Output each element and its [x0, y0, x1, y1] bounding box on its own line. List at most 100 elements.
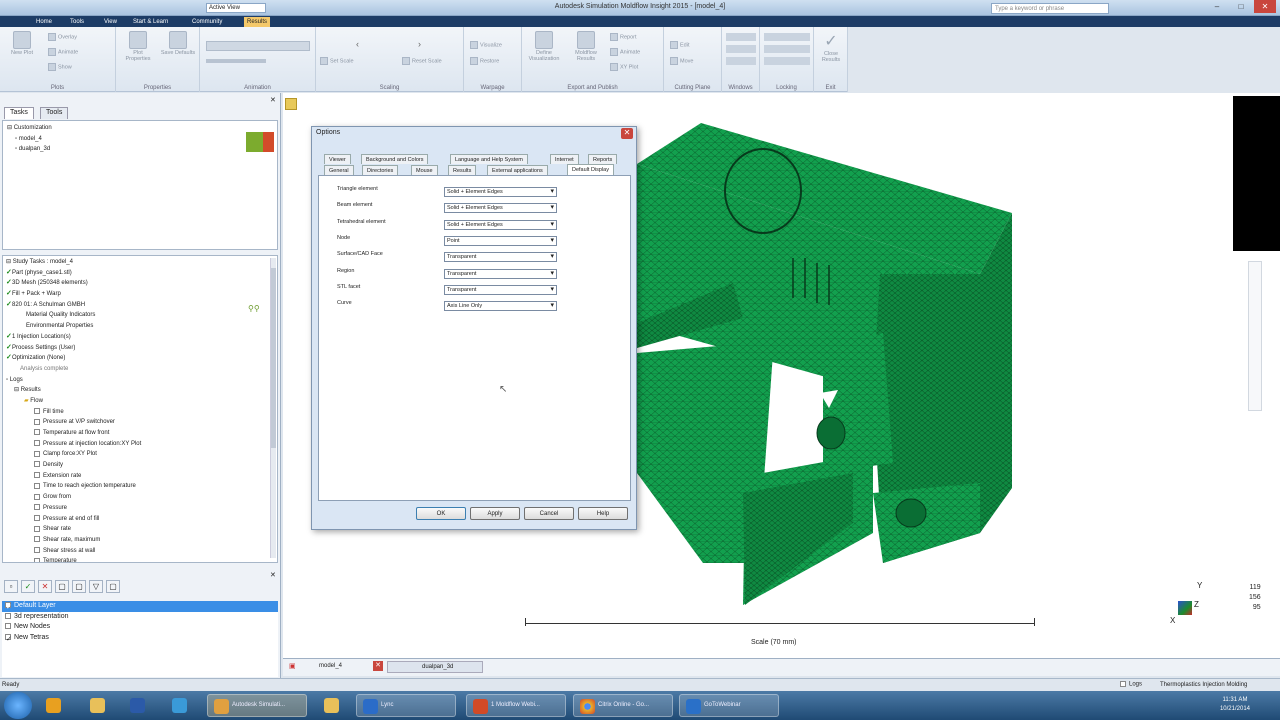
tree-item-dualpan[interactable]: ▫ dualpan_3d: [7, 144, 273, 155]
result-checkbox[interactable]: [34, 450, 40, 457]
close-results-button[interactable]: ✓ Close Results: [816, 31, 846, 63]
task-injection-locations[interactable]: ✓1 Injection Location(s): [6, 332, 274, 343]
tab-mouse[interactable]: Mouse: [411, 165, 438, 175]
option-select[interactable]: Transparent: [444, 252, 557, 263]
tab-results[interactable]: Results: [244, 17, 271, 27]
close-button[interactable]: ✕: [1254, 0, 1276, 13]
taskbar-lync[interactable]: Lync: [356, 694, 456, 717]
export-animate-button[interactable]: Animate: [610, 48, 640, 56]
edit-plane-button[interactable]: Edit: [670, 41, 689, 49]
option-select[interactable]: Solid + Element Edges: [444, 187, 557, 197]
result-checkbox[interactable]: [34, 429, 40, 436]
result-checkbox[interactable]: [34, 440, 40, 447]
tab-internet[interactable]: Internet: [550, 154, 579, 164]
taskbar-files[interactable]: [318, 694, 352, 717]
result-checkbox[interactable]: [34, 557, 40, 562]
tab-home[interactable]: Home: [33, 17, 55, 27]
layer-new-nodes[interactable]: New Nodes: [2, 622, 278, 633]
layer-props-icon[interactable]: ▢: [55, 580, 69, 593]
show-button[interactable]: Show: [48, 63, 72, 71]
scale-right-arrow-icon[interactable]: ›: [418, 39, 421, 49]
animation-controls[interactable]: [206, 41, 310, 51]
axis-triad[interactable]: Z Y X: [1170, 581, 1213, 629]
taskbar-ie[interactable]: [166, 694, 200, 717]
result-checkbox[interactable]: [34, 546, 40, 553]
tree-scrollbar[interactable]: [270, 258, 276, 558]
tab-general[interactable]: General: [324, 165, 354, 175]
task-analysis-sequence[interactable]: ✓Fill + Pack + Warp: [6, 289, 274, 300]
result-item[interactable]: Temperature: [6, 556, 274, 562]
doc-tab-model-4[interactable]: model_4: [319, 663, 342, 669]
maximize-button[interactable]: □: [1230, 0, 1252, 13]
task-material-quality[interactable]: Material Quality Indicators: [6, 310, 274, 321]
result-checkbox[interactable]: [34, 536, 40, 543]
save-defaults-button[interactable]: Save Defaults: [160, 31, 196, 56]
delete-layer-icon[interactable]: ✕: [38, 580, 52, 593]
result-checkbox[interactable]: [34, 514, 40, 521]
clean-layers-icon[interactable]: ▢: [106, 580, 120, 593]
result-item[interactable]: Fill time: [6, 407, 274, 418]
result-item[interactable]: Shear stress at wall: [6, 546, 274, 557]
taskbar-word[interactable]: [124, 694, 158, 717]
option-select[interactable]: Point: [444, 235, 557, 246]
task-part[interactable]: ✓Part (physe_case1.stl): [6, 268, 274, 279]
tab-external-applications[interactable]: External applications: [487, 165, 548, 175]
taskbar-outlook[interactable]: [40, 694, 74, 717]
tab-tasks[interactable]: Tasks: [4, 107, 34, 119]
locking-icons[interactable]: [764, 33, 810, 69]
result-item[interactable]: Shear rate: [6, 524, 274, 535]
expand-layer-icon[interactable]: ▢: [72, 580, 86, 593]
tab-results-options[interactable]: Results: [448, 165, 477, 175]
layer-3d-representation[interactable]: 3d representation: [2, 612, 278, 623]
result-checkbox[interactable]: [34, 493, 40, 500]
task-flow[interactable]: ▰ Flow: [6, 396, 274, 407]
clock[interactable]: 11:31 AM 10/21/2014: [1220, 696, 1250, 714]
result-checkbox[interactable]: [34, 472, 40, 479]
overlay-button[interactable]: Overlay: [48, 33, 77, 41]
option-select[interactable]: Axis Line Only: [444, 301, 557, 312]
report-button[interactable]: Report: [610, 33, 637, 41]
result-item[interactable]: Clamp force:XY Plot: [6, 449, 274, 460]
taskbar-explorer[interactable]: [84, 694, 118, 717]
moldflow-results-button[interactable]: Moldflow Results: [566, 31, 606, 62]
task-environment[interactable]: Environmental Properties: [6, 321, 274, 332]
tree-item-model-4[interactable]: ▫ model_4: [7, 134, 273, 145]
animate-button[interactable]: Animate: [48, 48, 78, 56]
define-visualization-button[interactable]: Define Visualization: [524, 31, 564, 62]
new-plot-button[interactable]: New Plot: [6, 31, 38, 56]
result-item[interactable]: Pressure at end of fill: [6, 514, 274, 525]
tab-reports[interactable]: Reports: [588, 154, 618, 164]
result-item[interactable]: Pressure at V/P switchover: [6, 417, 274, 428]
result-item[interactable]: Pressure at injection location:XY Plot: [6, 439, 274, 450]
task-mesh[interactable]: ✓3D Mesh (250348 elements): [6, 278, 274, 289]
tab-community[interactable]: Community: [189, 17, 225, 27]
move-plane-button[interactable]: Move: [670, 57, 693, 65]
apply-button[interactable]: Apply: [470, 507, 520, 520]
result-item[interactable]: Extension rate: [6, 471, 274, 482]
task-material[interactable]: ✓820 01: A Schulman GMBH: [6, 300, 274, 311]
result-item[interactable]: Time to reach ejection temperature: [6, 481, 274, 492]
search-input[interactable]: Type a keyword or phrase: [991, 3, 1109, 14]
tab-directories[interactable]: Directories: [362, 165, 399, 175]
doc-tab-dualpan[interactable]: dualpan_3d: [387, 661, 483, 673]
set-scale-button[interactable]: Set Scale: [320, 57, 354, 65]
result-item[interactable]: Shear rate, maximum: [6, 535, 274, 546]
start-button[interactable]: [4, 692, 32, 719]
dialog-close-button[interactable]: ✕: [621, 128, 633, 139]
result-item[interactable]: Density: [6, 460, 274, 471]
layer-default[interactable]: ✓ Default Layer: [2, 601, 278, 612]
plot-properties-button[interactable]: Plot Properties: [120, 31, 156, 62]
panel-close-icon[interactable]: ✕: [270, 96, 276, 104]
result-checkbox[interactable]: [34, 408, 40, 415]
result-item[interactable]: Pressure: [6, 503, 274, 514]
restore-button[interactable]: Restore: [470, 57, 499, 65]
option-select[interactable]: Transparent: [444, 268, 557, 279]
taskbar-gotowebinar[interactable]: GoToWebinar: [679, 694, 779, 717]
animation-slider[interactable]: [206, 59, 266, 63]
tab-default-display[interactable]: Default Display: [567, 164, 614, 175]
ok-button[interactable]: OK: [416, 507, 466, 520]
reset-scale-button[interactable]: Reset Scale: [402, 57, 442, 65]
taskbar-chrome[interactable]: Citrix Online - Go...: [573, 694, 673, 717]
doc-close-icon[interactable]: ✕: [373, 661, 383, 671]
result-checkbox[interactable]: [34, 482, 40, 489]
